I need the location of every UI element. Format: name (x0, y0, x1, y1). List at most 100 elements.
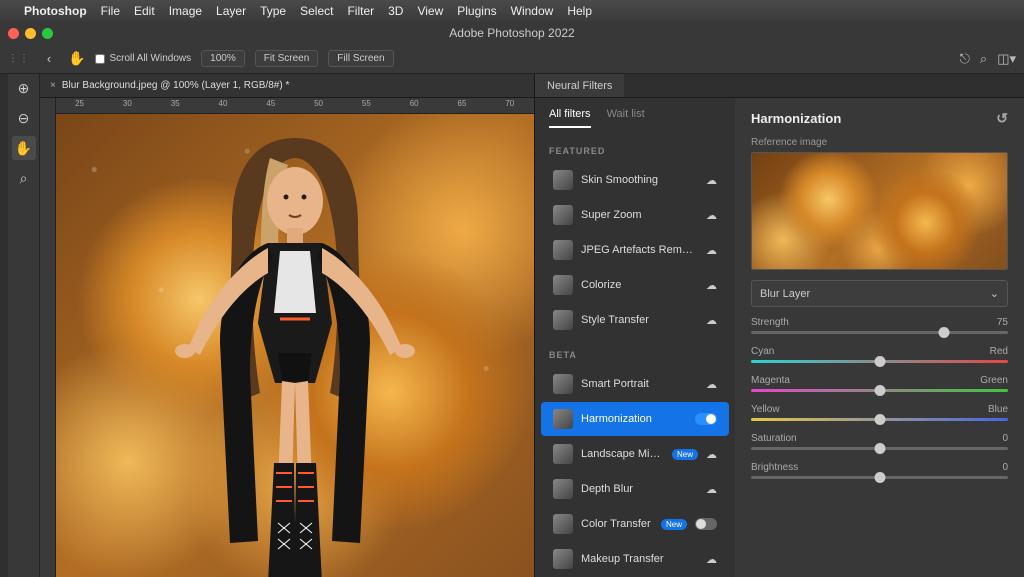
slider-track[interactable] (751, 389, 1008, 392)
cloud-download-icon[interactable]: ☁ (706, 174, 717, 187)
canvas[interactable] (56, 114, 534, 577)
filter-row-super-zoom[interactable]: Super Zoom☁ (541, 198, 729, 232)
zoom-tool[interactable]: ⌕ (12, 166, 36, 190)
slider-track[interactable] (751, 476, 1008, 479)
scroll-all-windows-checkbox[interactable]: Scroll All Windows (95, 53, 191, 64)
filter-label: Makeup Transfer (581, 553, 698, 565)
filter-row-makeup-transfer[interactable]: Makeup Transfer ☁ (541, 542, 729, 576)
filter-label: Smart Portrait (581, 378, 698, 390)
menu-select[interactable]: Select (300, 4, 333, 18)
slider-track[interactable] (751, 331, 1008, 334)
cloud-download-icon[interactable]: ☁ (706, 448, 717, 461)
section-featured: FEATURED (535, 134, 735, 162)
slider-knob[interactable] (874, 443, 885, 454)
slider-track[interactable] (751, 360, 1008, 363)
menu-image[interactable]: Image (169, 4, 202, 18)
cloud-download-icon[interactable]: ☁ (706, 483, 717, 496)
search-icon[interactable]: ⌕ (980, 51, 987, 67)
cloud-download-icon[interactable]: ☁ (706, 314, 717, 327)
subtab-wait-list[interactable]: Wait list (607, 108, 645, 128)
menu-filter[interactable]: Filter (347, 4, 374, 18)
ruler-mark: 55 (362, 99, 371, 108)
slider-knob[interactable] (874, 472, 885, 483)
filter-row-landscape-mixer[interactable]: Landscape MixerNew☁ (541, 437, 729, 471)
filter-thumbnail (553, 409, 573, 429)
filter-toggle[interactable] (695, 518, 717, 530)
slider-knob[interactable] (874, 414, 885, 425)
filter-toggle[interactable] (695, 413, 717, 425)
slider-knob[interactable] (874, 385, 885, 396)
slider-brightness[interactable]: Brightness0 (751, 462, 1008, 479)
ruler-mark: 25 (75, 99, 84, 108)
subtab-all-filters[interactable]: All filters (549, 108, 591, 128)
window-title: Adobe Photoshop 2022 (0, 26, 1024, 40)
menu-file[interactable]: File (101, 4, 120, 18)
neural-filters-panel: Neural Filters All filters Wait list FEA… (534, 74, 1024, 577)
slider-track[interactable] (751, 418, 1008, 421)
slider-knob[interactable] (874, 356, 885, 367)
menu-edit[interactable]: Edit (134, 4, 155, 18)
hand-tool[interactable]: ✋ (12, 136, 36, 160)
menu-plugins[interactable]: Plugins (457, 4, 496, 18)
filter-row-jpeg-artefacts-removal[interactable]: JPEG Artefacts Removal ☁ (541, 233, 729, 267)
slider-label-right: 0 (1002, 433, 1008, 444)
filter-row-skin-smoothing[interactable]: Skin Smoothing☁ (541, 163, 729, 197)
menu-3d[interactable]: 3D (388, 4, 403, 18)
filter-label: JPEG Artefacts Removal (581, 244, 698, 256)
window-titlebar: Adobe Photoshop 2022 (0, 22, 1024, 44)
filter-row-harmonization[interactable]: Harmonization (541, 402, 729, 436)
slider-cyan[interactable]: CyanRed (751, 346, 1008, 363)
filter-row-color-transfer[interactable]: Color TransferNew (541, 507, 729, 541)
filter-thumbnail (553, 310, 573, 330)
options-bar: ⋮⋮ ‹ ✋ Scroll All Windows 100% Fit Scree… (0, 44, 1024, 74)
filter-label: Color Transfer (581, 518, 653, 530)
menu-type[interactable]: Type (260, 4, 286, 18)
left-toolbar: ⊕ ⊖ ✋ ⌕ (8, 74, 40, 577)
filter-row-colorize[interactable]: Colorize☁ (541, 268, 729, 302)
workspace-icon[interactable]: ◫▾ (997, 51, 1016, 67)
drag-handle-icon[interactable]: ⋮⋮ (8, 53, 30, 64)
cloud-download-icon[interactable]: ☁ (706, 244, 717, 257)
filter-row-style-transfer[interactable]: Style Transfer☁ (541, 303, 729, 337)
cloud-download-icon[interactable]: ☁ (706, 553, 717, 566)
home-back-button[interactable]: ‹ (40, 50, 58, 68)
zoom-out-tool[interactable]: ⊖ (12, 106, 36, 130)
cloud-download-icon[interactable]: ☁ (706, 279, 717, 292)
reference-layer-dropdown[interactable]: Blur Layer ⌄ (751, 280, 1008, 307)
slider-magenta[interactable]: MagentaGreen (751, 375, 1008, 392)
slider-yellow[interactable]: YellowBlue (751, 404, 1008, 421)
slider-saturation[interactable]: Saturation0 (751, 433, 1008, 450)
properties-title: Harmonization (751, 111, 841, 126)
filter-thumbnail (553, 170, 573, 190)
menu-help[interactable]: Help (567, 4, 592, 18)
reference-image-thumbnail[interactable] (751, 152, 1008, 270)
slider-strength[interactable]: Strength75 (751, 317, 1008, 334)
slider-knob[interactable] (938, 327, 949, 338)
fill-screen-button[interactable]: Fill Screen (328, 50, 393, 67)
slider-track[interactable] (751, 447, 1008, 450)
document-tab[interactable]: × Blur Background.jpeg @ 100% (Layer 1, … (40, 74, 534, 98)
menu-layer[interactable]: Layer (216, 4, 246, 18)
menu-window[interactable]: Window (511, 4, 554, 18)
filter-row-smart-portrait[interactable]: Smart Portrait ☁ (541, 367, 729, 401)
hand-tool-icon[interactable]: ✋ (68, 50, 85, 67)
zoom-in-tool[interactable]: ⊕ (12, 76, 36, 100)
reset-icon[interactable]: ↺ (996, 110, 1008, 127)
close-tab-icon[interactable]: × (50, 80, 56, 91)
app-name[interactable]: Photoshop (24, 4, 87, 18)
scroll-all-label: Scroll All Windows (109, 53, 191, 64)
zoom-level-button[interactable]: 100% (201, 50, 245, 67)
filter-thumbnail (553, 479, 573, 499)
document-tab-label: Blur Background.jpeg @ 100% (Layer 1, RG… (62, 80, 290, 91)
filter-row-depth-blur[interactable]: Depth Blur ☁ (541, 472, 729, 506)
ruler-mark: 45 (266, 99, 275, 108)
filter-label: Depth Blur (581, 483, 698, 495)
cloud-download-icon[interactable]: ☁ (706, 378, 717, 391)
menu-view[interactable]: View (417, 4, 443, 18)
filter-thumbnail (553, 374, 573, 394)
cloud-download-icon[interactable]: ☁ (706, 209, 717, 222)
scroll-all-checkbox-input[interactable] (95, 54, 105, 64)
fit-screen-button[interactable]: Fit Screen (255, 50, 319, 67)
panel-tab-neural-filters[interactable]: Neural Filters (535, 74, 624, 97)
share-icon[interactable]: ⎋ (960, 51, 970, 67)
